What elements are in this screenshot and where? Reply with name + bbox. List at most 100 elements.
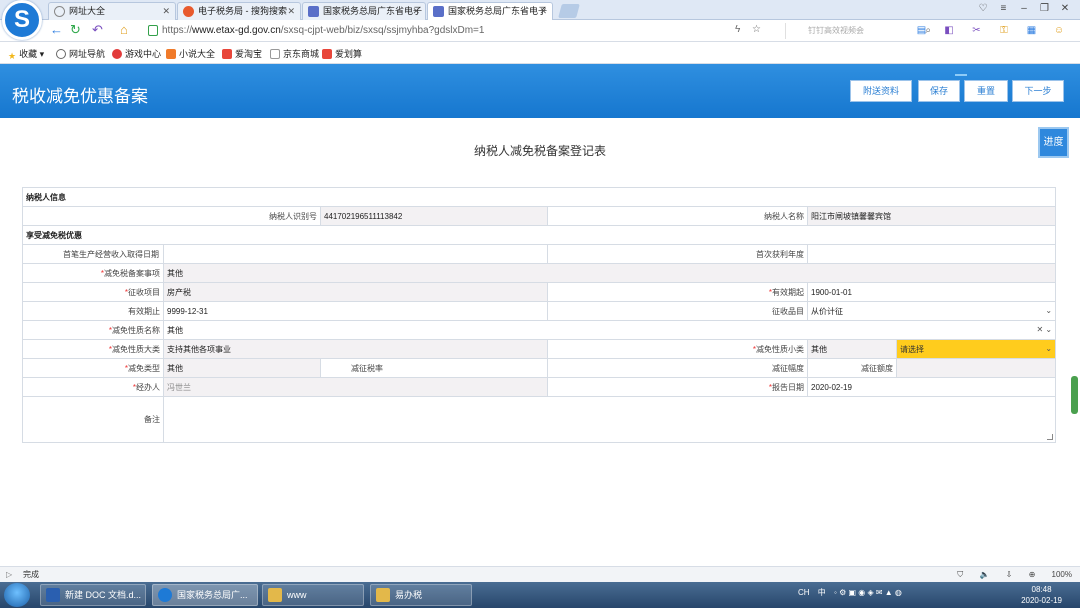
tax-icon <box>308 6 319 17</box>
maximize-icon[interactable]: ❐ <box>1035 3 1053 14</box>
taobao-icon <box>222 49 232 59</box>
taskbar-item-www[interactable]: www <box>262 584 364 606</box>
home-icon[interactable]: ⌂ <box>120 23 128 37</box>
bookmark-jd[interactable]: 京东商城 <box>270 47 319 60</box>
chevron-down-icon[interactable]: ⌄ <box>1045 306 1052 315</box>
tray-icons[interactable]: ◦ ⚙ ▣ ◉ ◈ ✉ ▲ ◍ <box>834 588 902 597</box>
bookmark-aihuasuan[interactable]: 爱划算 <box>322 47 362 60</box>
lightning-icon[interactable]: ϟ <box>735 23 740 37</box>
cert-type-select[interactable]: 请选择 ⌄ <box>895 339 1057 359</box>
globe-icon <box>54 6 65 17</box>
attach-docs-button[interactable]: 附送资料 <box>850 80 912 102</box>
taxpayer-id-label: 纳税人识别号 <box>22 206 321 226</box>
undo-icon[interactable]: ↶ <box>92 23 103 37</box>
nature-minor-field: 其他 <box>807 339 897 359</box>
valid-end-label: 有效期止 <box>22 301 164 321</box>
folder-icon <box>376 588 390 602</box>
status-right: ⛉ 🔈 ⇩ ⊕ 100% <box>943 567 1072 582</box>
back-icon[interactable]: ← <box>50 23 63 37</box>
next-step-button[interactable]: 下一步 <box>1012 80 1064 102</box>
tax-category-select[interactable]: 从价计征 ⌄ <box>806 301 1057 321</box>
exempt-amount-field <box>895 358 1057 378</box>
exempt-amount-label: 减征额度 <box>807 358 897 378</box>
tax-item-label: *征收项目 <box>22 282 164 302</box>
valid-end-input[interactable]: 9999-12-31 <box>163 301 548 321</box>
word-icon <box>46 588 60 602</box>
exempt-type-label: *减免类型 <box>22 358 164 378</box>
nature-name-select[interactable]: 其他 ✕ ⌄ <box>162 320 1057 340</box>
grid-icon[interactable]: ▦ <box>1022 24 1040 37</box>
registration-form: 纳税人信息 纳税人识别号 441702196511113842 纳税人名称 阳江… <box>21 187 1057 443</box>
report-date-input[interactable]: 2020-02-19 <box>806 377 1057 397</box>
taskbar-item-yibanshui[interactable]: 易办税 <box>370 584 472 606</box>
nature-minor-label: *减免性质小类 <box>547 339 808 359</box>
resize-handle-icon[interactable] <box>1047 433 1054 440</box>
close-icon[interactable]: ✕ <box>162 3 170 19</box>
scissors-icon[interactable]: ✂ <box>967 24 985 37</box>
new-tab-button[interactable] <box>558 4 580 18</box>
deal-icon <box>322 49 332 59</box>
save-button[interactable]: 保存 <box>918 80 960 102</box>
tab-etax-active[interactable]: 国家税务总局广东省电子 ✕ <box>427 2 553 20</box>
skin-icon[interactable]: ♡ <box>974 3 992 14</box>
toolbar-icons: ▤ ◧ ✂ ⚿ ▦ ☺ <box>905 24 1068 37</box>
taskbar-item-doc[interactable]: 新建 DOC 文档.d... <box>40 584 146 606</box>
language-indicator[interactable]: CH <box>798 588 810 597</box>
taskbar-item-browser[interactable]: 国家税务总局广... <box>152 584 258 606</box>
close-window-icon[interactable]: ✕ <box>1056 3 1074 14</box>
ime-indicator[interactable]: 中 <box>818 588 826 597</box>
system-tray: CH 中 ◦ ⚙ ▣ ◉ ◈ ✉ ▲ ◍ <box>798 587 908 598</box>
bookmark-bar: ★ 收藏 ▾ 网址导航 游戏中心 小说大全 爱淘宝 京东商城 爱划算 <box>0 42 1080 64</box>
start-button[interactable] <box>4 583 30 607</box>
exempt-type-field: 其他 <box>163 358 321 378</box>
close-icon[interactable]: ✕ <box>539 3 547 19</box>
close-icon[interactable]: ✕ <box>412 3 420 19</box>
bookmark-taobao[interactable]: 爱淘宝 <box>222 47 262 60</box>
key-icon[interactable]: ⚿ <box>995 24 1013 37</box>
notes-textarea[interactable] <box>162 396 1057 443</box>
refresh-icon[interactable]: ↻ <box>70 23 81 37</box>
tab-url-directory[interactable]: 网址大全 ✕ <box>48 2 176 20</box>
zoom-level[interactable]: 100% <box>1052 570 1072 579</box>
section-benefit: 享受减免税优惠 <box>21 225 1057 245</box>
first-income-date-input[interactable] <box>163 244 548 264</box>
sidebar-toggle-icon[interactable]: ▷ <box>6 567 12 582</box>
nature-name-label: *减免性质名称 <box>22 320 164 340</box>
zoom-icon[interactable]: ⊕ <box>1029 570 1036 579</box>
status-text: 完成 <box>23 570 39 579</box>
download-icon[interactable]: ⇩ <box>1006 570 1013 579</box>
menu-icon[interactable]: ≡ <box>994 3 1012 14</box>
bookmark-favorites[interactable]: ★ 收藏 ▾ <box>8 47 44 61</box>
url-field[interactable]: https://www.etax-gd.gov.cn/sxsq-cjpt-web… <box>146 23 726 39</box>
sidebar-icon[interactable]: ▤ <box>912 24 930 37</box>
bookmark-nav[interactable]: 网址导航 <box>56 47 105 60</box>
chevron-down-icon[interactable]: ✕ ⌄ <box>1036 325 1052 334</box>
shield-icon[interactable]: ⛉ <box>957 570 963 579</box>
app-header: 税收减免优惠备案 附送资料 保存 重置 下一步 <box>0 64 1080 118</box>
bookmark-games[interactable]: 游戏中心 <box>112 47 161 60</box>
bookmark-novels[interactable]: 小说大全 <box>166 47 215 60</box>
valid-start-input[interactable]: 1900-01-01 <box>806 282 1057 302</box>
exempt-rate-label: 减征税率 <box>320 358 548 378</box>
minimize-icon[interactable]: – <box>1015 3 1033 14</box>
star-icon[interactable]: ☆ <box>752 23 761 37</box>
browser-logo-icon[interactable]: S <box>2 0 42 40</box>
game-icon <box>112 49 122 59</box>
tax-category-label: 征收品目 <box>547 301 808 321</box>
taxpayer-id-field: 441702196511113842 <box>320 206 548 226</box>
first-profit-year-input[interactable] <box>806 244 1057 264</box>
sound-icon[interactable]: 🔈 <box>979 570 989 579</box>
notes-label: 备注 <box>22 396 164 443</box>
translate-icon[interactable]: ◧ <box>940 24 958 37</box>
globe-icon <box>56 49 66 59</box>
close-icon[interactable]: ✕ <box>287 3 295 19</box>
page-title: 税收减免优惠备案 <box>12 87 148 106</box>
tab-etax-1[interactable]: 国家税务总局广东省电子 ✕ <box>302 2 426 20</box>
scrollbar-thumb[interactable] <box>1071 376 1078 414</box>
chevron-down-icon[interactable]: ⌄ <box>1045 344 1052 353</box>
reset-button[interactable]: 重置 <box>964 80 1008 102</box>
tab-sogou-search[interactable]: 电子税务局 - 搜狗搜索 ✕ <box>177 2 301 20</box>
system-clock[interactable]: 08:48 2020-02-19 <box>1021 584 1062 606</box>
emoji-icon[interactable]: ☺ <box>1050 24 1068 37</box>
address-bar: ← ↻ ↶ ⌂ https://www.etax-gd.gov.cn/sxsq-… <box>0 20 1080 42</box>
